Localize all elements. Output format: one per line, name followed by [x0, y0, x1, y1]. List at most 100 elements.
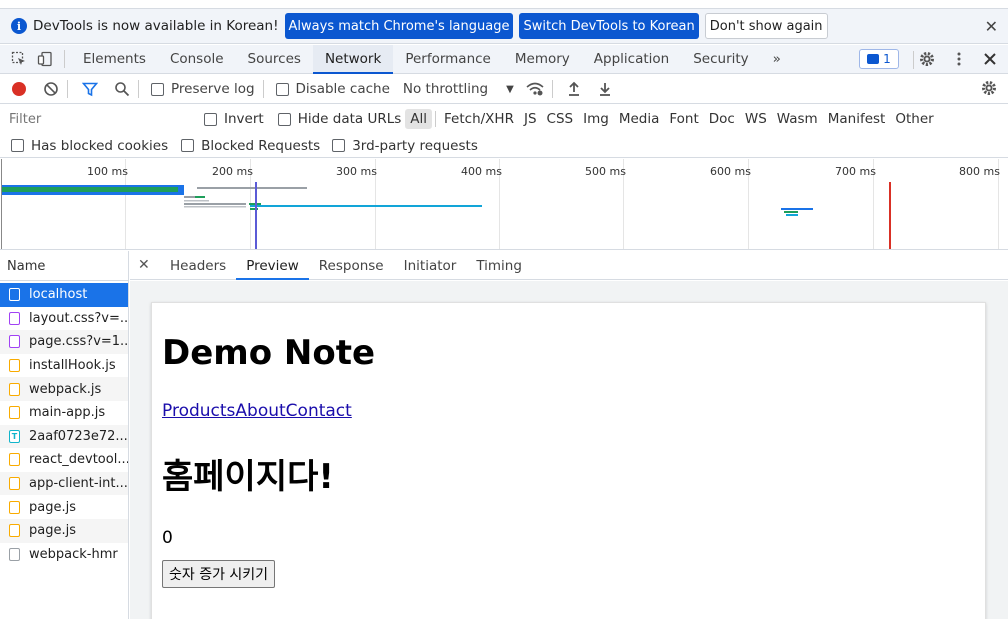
close-detail-icon[interactable]: ✕	[138, 257, 160, 273]
tab-response[interactable]: Response	[309, 251, 394, 280]
request-row[interactable]: localhost	[0, 283, 128, 307]
tab-console[interactable]: Console	[158, 45, 236, 74]
type-filter-other[interactable]: Other	[890, 109, 938, 129]
more-tabs-chevron-icon[interactable]: »	[761, 45, 793, 74]
always-match-language-button[interactable]: Always match Chrome's language	[284, 13, 514, 39]
more-options-kebab-icon[interactable]	[950, 50, 968, 68]
infobar-close-icon[interactable]: ✕	[985, 17, 998, 36]
type-filter-wasm[interactable]: Wasm	[772, 109, 823, 129]
record-icon[interactable]	[12, 82, 26, 96]
overview-request-bar	[184, 203, 246, 205]
export-har-download-icon[interactable]	[598, 81, 612, 97]
filter-divider	[435, 111, 437, 127]
type-filter-doc[interactable]: Doc	[704, 109, 740, 129]
request-row[interactable]: installHook.js	[0, 354, 128, 378]
preserve-log-label: Preserve log	[171, 81, 255, 97]
tab-headers[interactable]: Headers	[160, 251, 236, 280]
tab-elements[interactable]: Elements	[71, 45, 158, 74]
inspect-element-icon[interactable]	[10, 50, 28, 68]
request-name: page.js	[29, 499, 76, 515]
request-row[interactable]: webpack-hmr	[0, 543, 128, 567]
tab-preview[interactable]: Preview	[236, 251, 309, 280]
tab-network[interactable]: Network	[312, 44, 394, 74]
issues-count: 1	[883, 52, 891, 66]
type-filter-js[interactable]: JS	[519, 109, 542, 129]
third-party-requests-checkbox[interactable]	[332, 139, 346, 152]
network-overview-timeline[interactable]: 100 ms 200 ms 300 ms 400 ms 500 ms 600 m…	[0, 159, 1008, 250]
request-row[interactable]: page.js	[0, 495, 128, 519]
overview-late-request-bar	[784, 211, 798, 213]
hide-data-urls-checkbox[interactable]	[277, 112, 291, 126]
type-filter-font[interactable]: Font	[664, 109, 703, 129]
type-filter-all[interactable]: All	[405, 109, 433, 129]
import-har-upload-icon[interactable]	[567, 81, 581, 97]
js-file-icon	[9, 359, 20, 373]
type-filter-fetch-xhr[interactable]: Fetch/XHR	[439, 109, 519, 129]
toolbar-divider	[551, 80, 553, 98]
overview-domcontentloaded-line	[255, 182, 257, 249]
disable-cache-checkbox[interactable]	[275, 82, 289, 96]
close-devtools-icon[interactable]	[981, 50, 999, 68]
request-name: layout.css?v=...	[29, 310, 128, 326]
overview-late-request-bar	[786, 214, 798, 216]
has-blocked-cookies-label: Has blocked cookies	[31, 137, 169, 154]
tab-sources[interactable]: Sources	[236, 45, 313, 74]
search-icon[interactable]	[114, 81, 130, 97]
tab-timing[interactable]: Timing	[466, 251, 532, 280]
throttling-select[interactable]: No throttling	[403, 81, 488, 97]
blocked-requests-checkbox[interactable]	[181, 139, 195, 152]
request-row[interactable]: layout.css?v=...	[0, 307, 128, 331]
network-conditions-wifi-icon[interactable]	[526, 81, 544, 97]
preview-link-contact[interactable]: Contact	[286, 401, 352, 421]
preserve-log-checkbox[interactable]	[151, 82, 164, 96]
clear-icon[interactable]	[43, 81, 59, 97]
tab-performance[interactable]: Performance	[393, 45, 503, 74]
other-file-icon	[9, 547, 20, 561]
request-row[interactable]: T 2aaf0723e72...	[0, 424, 128, 449]
type-filter-ws[interactable]: WS	[740, 109, 772, 129]
tab-memory[interactable]: Memory	[503, 45, 582, 74]
request-row[interactable]: react_devtool...	[0, 448, 128, 472]
disable-cache-label: Disable cache	[295, 81, 390, 97]
request-name: 2aaf0723e72...	[29, 428, 128, 444]
blocked-requests-label: Blocked Requests	[201, 137, 321, 154]
request-row[interactable]: page.js	[0, 518, 128, 543]
request-row[interactable]: page.css?v=1...	[0, 330, 128, 354]
filter-funnel-icon[interactable]	[81, 81, 99, 97]
throttling-dropdown-icon[interactable]: ▼	[506, 84, 514, 95]
type-filter-media[interactable]: Media	[614, 109, 665, 129]
overview-request-bar	[184, 206, 246, 208]
tab-application[interactable]: Application	[582, 45, 681, 74]
preview-link-about[interactable]: About	[235, 401, 285, 421]
request-row[interactable]: main-app.js	[0, 401, 128, 425]
issues-badge[interactable]: 1	[859, 49, 899, 69]
tab-initiator[interactable]: Initiator	[394, 251, 467, 280]
request-name: installHook.js	[29, 358, 116, 374]
network-settings-gear-icon[interactable]	[981, 80, 997, 100]
settings-gear-icon[interactable]	[918, 50, 936, 68]
overview-request-bar	[250, 205, 482, 207]
preview-increment-button[interactable]: 숫자 증가 시키기	[162, 560, 276, 588]
type-filter-css[interactable]: CSS	[542, 109, 579, 129]
tab-security[interactable]: Security	[681, 45, 760, 74]
type-filter-manifest[interactable]: Manifest	[823, 109, 891, 129]
preview-link-products[interactable]: Products	[162, 401, 235, 421]
request-name: main-app.js	[29, 405, 106, 421]
overview-late-request-bar	[781, 208, 813, 210]
switch-to-korean-button[interactable]: Switch DevTools to Korean	[519, 13, 699, 39]
name-column-header[interactable]: Name	[0, 251, 128, 281]
request-name: webpack.js	[29, 381, 102, 397]
has-blocked-cookies-checkbox[interactable]	[11, 139, 24, 152]
preview-nav-links: ProductsAboutContact	[162, 401, 975, 421]
request-row[interactable]: app-client-int...	[0, 471, 128, 496]
request-row[interactable]: webpack.js	[0, 377, 128, 401]
invert-checkbox[interactable]	[204, 112, 217, 126]
request-list: localhost layout.css?v=... page.css?v=1...…	[0, 281, 128, 566]
filter-input[interactable]	[6, 109, 188, 129]
dont-show-again-button[interactable]: Don't show again	[704, 13, 828, 39]
type-filter-img[interactable]: Img	[578, 109, 614, 129]
js-file-icon	[9, 406, 20, 420]
overview-load-line	[889, 182, 891, 249]
device-toolbar-icon[interactable]	[36, 50, 54, 68]
devtools-main-tabbar: Elements Console Sources Network Perform…	[0, 44, 1008, 74]
